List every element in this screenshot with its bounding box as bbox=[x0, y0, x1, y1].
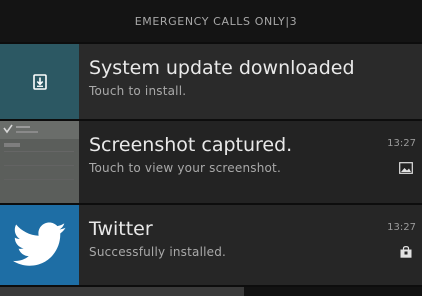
notification-twitter[interactable]: Twitter Successfully installed. 13:27 bbox=[0, 205, 422, 285]
notification-title: System update downloaded bbox=[89, 57, 355, 79]
shopping-bag-icon bbox=[400, 246, 412, 258]
notification-subtitle: Successfully installed. bbox=[89, 245, 227, 259]
notification-title: Twitter bbox=[89, 218, 153, 240]
notification-shade: EMERGENCY CALLS ONLY|3 System update dow… bbox=[0, 0, 422, 296]
notification-time: 13:27 bbox=[387, 222, 416, 233]
notification-time: 13:27 bbox=[387, 138, 416, 149]
notification-subtitle: Touch to install. bbox=[89, 84, 187, 98]
notification-screenshot[interactable]: Screenshot captured. Touch to view your … bbox=[0, 121, 422, 203]
screenshot-thumbnail bbox=[0, 121, 79, 203]
notification-body: Twitter Successfully installed. 13:27 bbox=[79, 205, 422, 285]
scrollbar[interactable] bbox=[0, 287, 244, 296]
system-update-icon-tile bbox=[0, 44, 79, 119]
twitter-icon-tile bbox=[0, 205, 79, 285]
notification-body: System update downloaded Touch to instal… bbox=[79, 44, 422, 119]
system-update-icon bbox=[32, 73, 47, 90]
status-bar: EMERGENCY CALLS ONLY|3 bbox=[0, 0, 422, 42]
screenshot-thumbnail-preview bbox=[0, 121, 79, 203]
notification-title: Screenshot captured. bbox=[89, 134, 293, 156]
notification-body: Screenshot captured. Touch to view your … bbox=[79, 121, 422, 203]
bottom-edge bbox=[244, 287, 422, 296]
twitter-bird-icon bbox=[12, 222, 66, 266]
status-bar-text: EMERGENCY CALLS ONLY|3 bbox=[134, 14, 298, 28]
notification-system-update[interactable]: System update downloaded Touch to instal… bbox=[0, 44, 422, 119]
notification-subtitle: Touch to view your screenshot. bbox=[89, 161, 281, 175]
image-icon bbox=[399, 162, 413, 174]
